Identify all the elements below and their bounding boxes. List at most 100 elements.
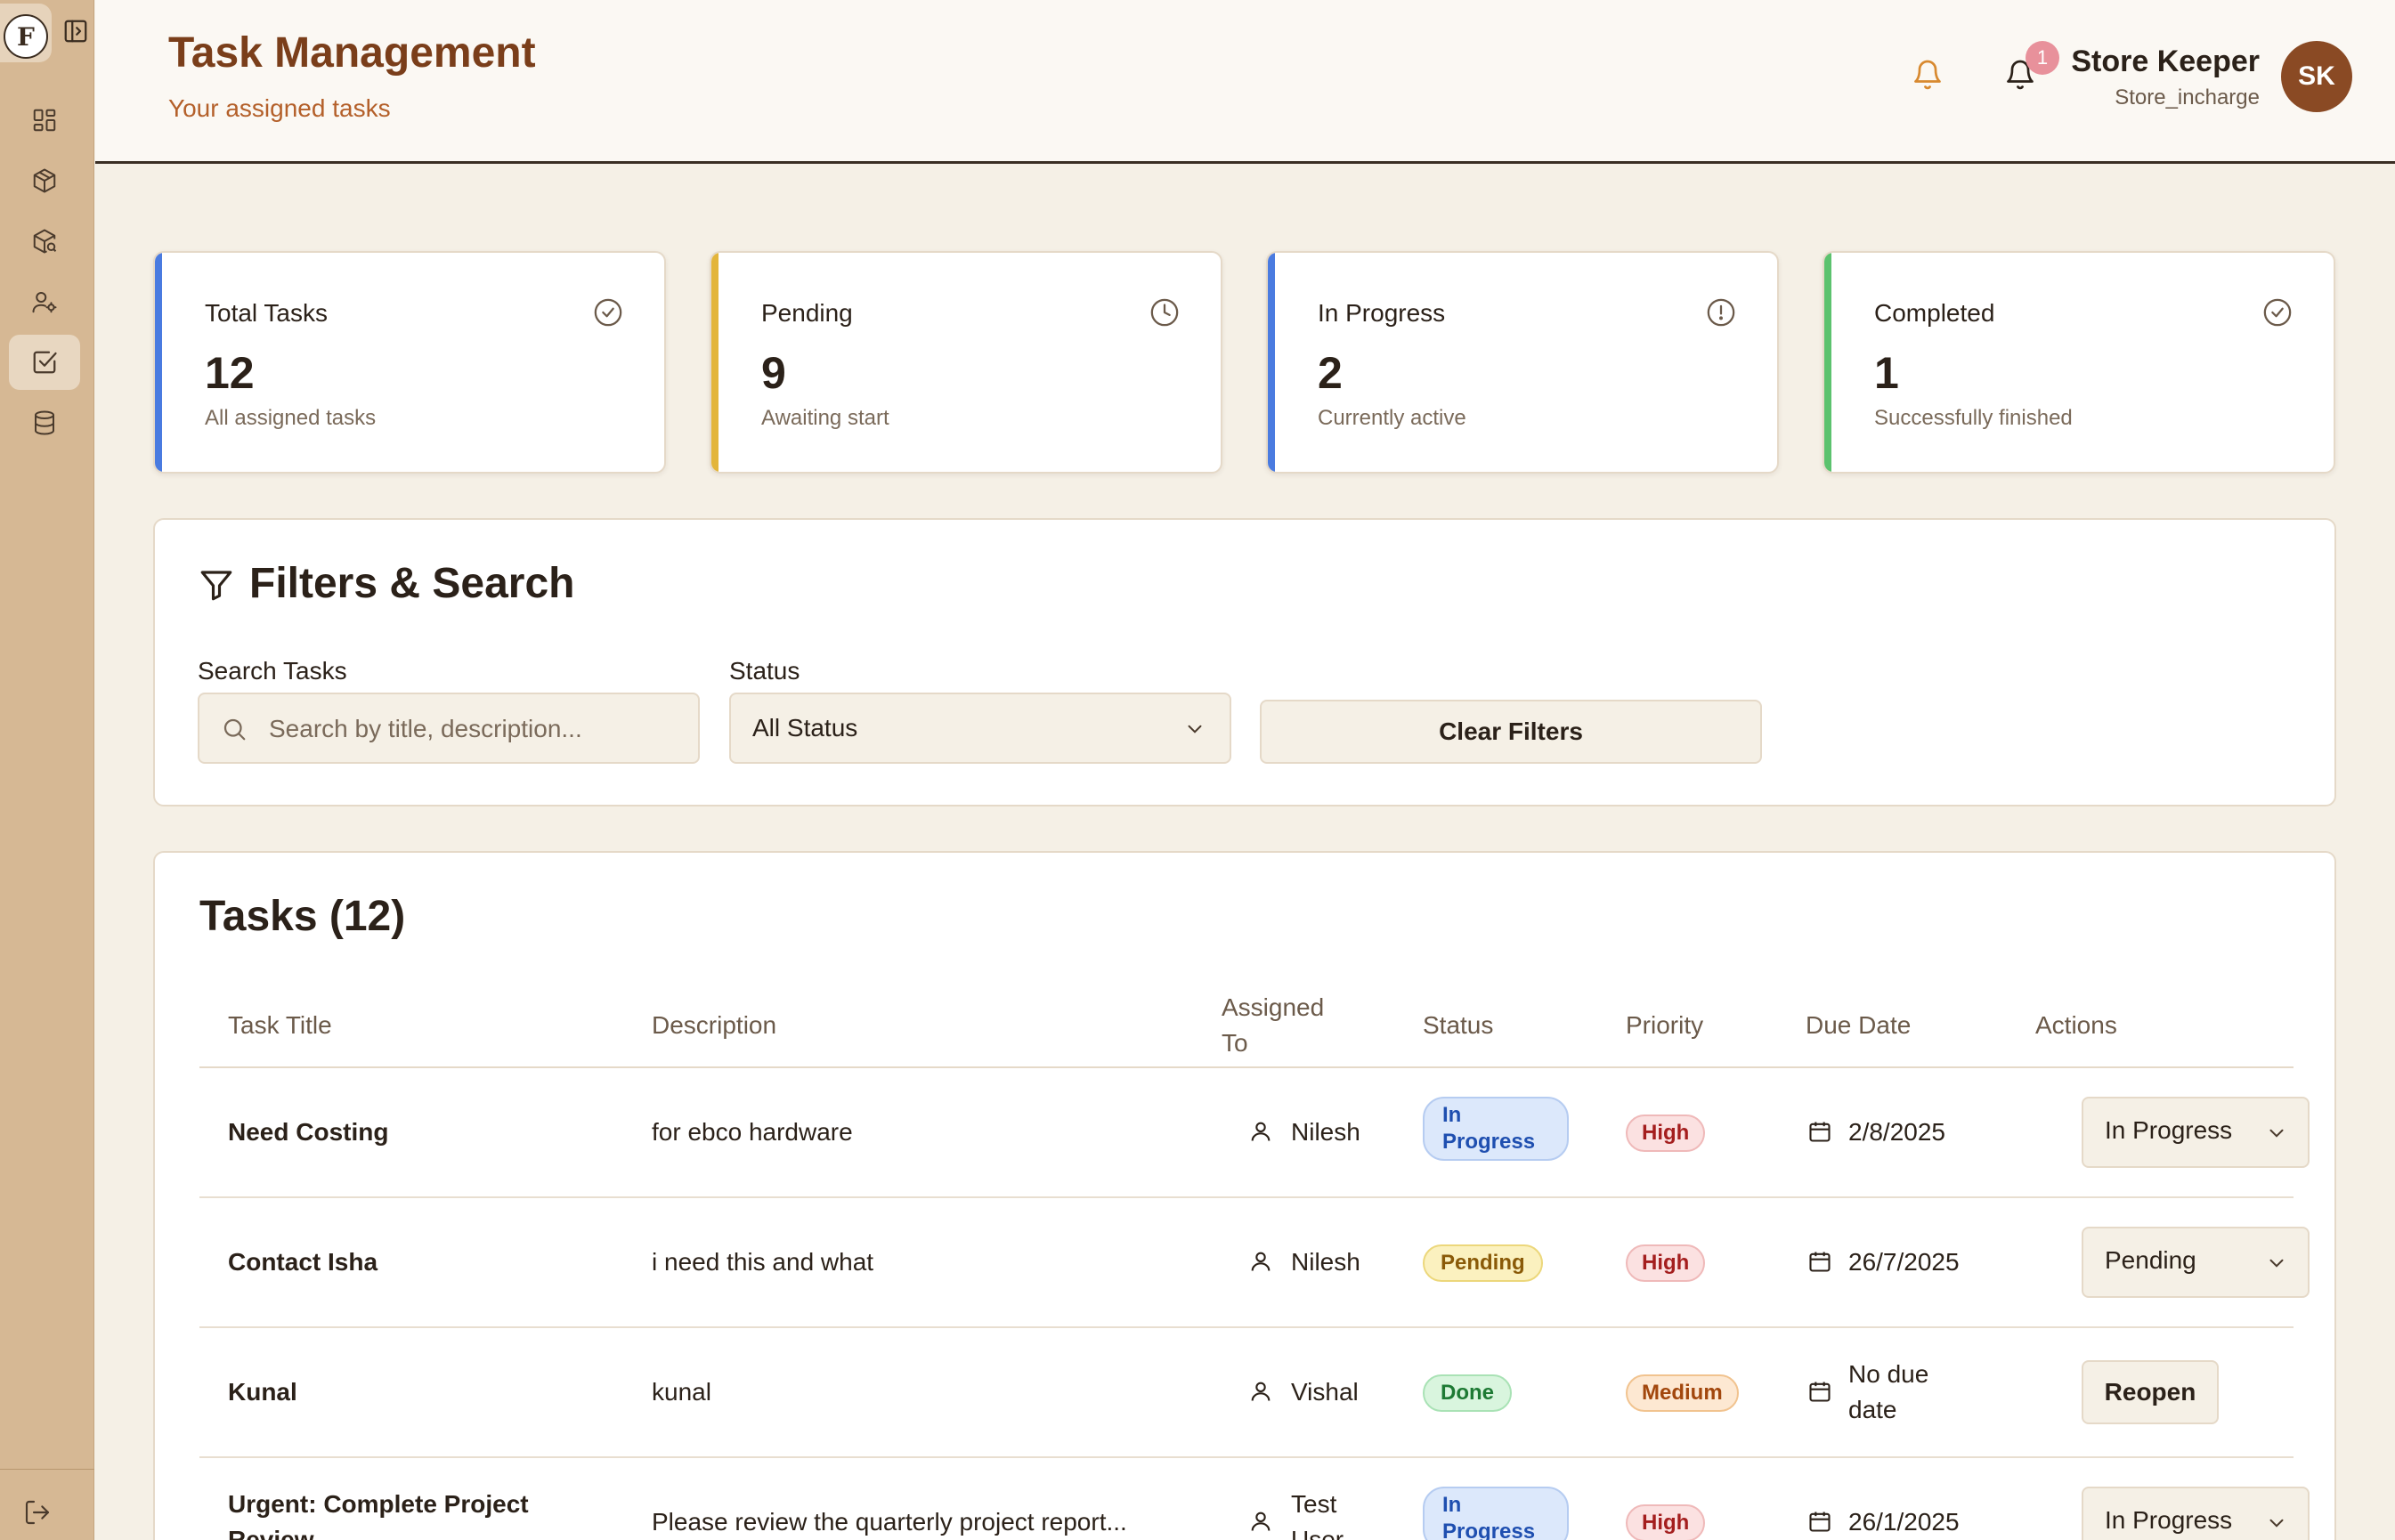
user-icon bbox=[1248, 1249, 1275, 1276]
stat-desc: Successfully finished bbox=[1874, 406, 2073, 430]
column-header: Status bbox=[1423, 1011, 1494, 1039]
chevron-down-icon bbox=[2265, 1512, 2290, 1536]
table-row: Need Costing for ebco hardware Nilesh In… bbox=[199, 1068, 2310, 1198]
user-role: Store_incharge bbox=[2115, 85, 2260, 109]
status-badge: In Progress bbox=[1423, 1487, 1569, 1540]
table-row: Contact Isha i need this and what Nilesh… bbox=[199, 1198, 2310, 1328]
search-box[interactable] bbox=[198, 693, 700, 764]
logo-container: F bbox=[0, 4, 52, 62]
stat-card-total: Total Tasks 12 All assigned tasks bbox=[153, 251, 666, 474]
page-subtitle: Your assigned tasks bbox=[168, 94, 391, 122]
task-assignee: Nilesh bbox=[1291, 1118, 1360, 1146]
stat-accent bbox=[155, 253, 162, 472]
task-status-select[interactable]: In Progress bbox=[2082, 1487, 2310, 1540]
check-circle-icon bbox=[2262, 297, 2294, 329]
clock-icon bbox=[1149, 297, 1181, 329]
logout-icon[interactable] bbox=[23, 1498, 53, 1528]
sidebar-item-database[interactable] bbox=[9, 395, 80, 450]
reopen-button[interactable]: Reopen bbox=[2082, 1360, 2219, 1424]
check-circle-icon bbox=[593, 297, 625, 329]
column-header: Assigned To bbox=[1222, 993, 1325, 1057]
sidebar: F bbox=[0, 0, 94, 1540]
task-status-select-value: Pending bbox=[2105, 1246, 2196, 1274]
task-status-select[interactable]: In Progress bbox=[2082, 1097, 2310, 1168]
column-header: Task Title bbox=[228, 1011, 332, 1039]
status-label: Status bbox=[729, 657, 800, 685]
sidebar-item-users[interactable] bbox=[9, 274, 80, 329]
status-select-value: All Status bbox=[752, 714, 858, 742]
sidebar-item-tasks[interactable] bbox=[9, 335, 80, 390]
dashboard-grid-icon bbox=[33, 109, 56, 132]
status-badge: Done bbox=[1423, 1374, 1512, 1412]
stat-card-completed: Completed 1 Successfully finished bbox=[1823, 251, 2335, 474]
stat-accent bbox=[711, 253, 718, 472]
search-label: Search Tasks bbox=[198, 657, 347, 685]
task-description: Please review the quarterly project repo… bbox=[652, 1508, 1127, 1536]
task-due-date: 2/8/2025 bbox=[1848, 1118, 1945, 1146]
sidebar-item-inventory[interactable] bbox=[9, 153, 80, 208]
task-description: kunal bbox=[652, 1378, 711, 1406]
search-input[interactable] bbox=[269, 707, 687, 751]
package-icon bbox=[33, 168, 56, 193]
tasks-panel: Tasks (12) Task Title Description Assign… bbox=[153, 851, 2336, 1540]
calendar-icon bbox=[1807, 1249, 1834, 1276]
sidebar-item-dashboard[interactable] bbox=[9, 93, 80, 148]
task-description: i need this and what bbox=[652, 1248, 874, 1276]
priority-badge: Medium bbox=[1626, 1374, 1739, 1412]
chevron-down-icon bbox=[2265, 1122, 2290, 1147]
avatar[interactable]: SK bbox=[2281, 41, 2352, 112]
status-filter-select[interactable]: All Status bbox=[729, 693, 1231, 764]
user-icon bbox=[1248, 1119, 1275, 1146]
priority-badge: High bbox=[1626, 1114, 1706, 1152]
clear-filters-button[interactable]: Clear Filters bbox=[1260, 700, 1762, 764]
task-checkbox-icon bbox=[33, 351, 57, 374]
stat-card-pending: Pending 9 Awaiting start bbox=[710, 251, 1222, 474]
task-status-select[interactable]: Pending bbox=[2082, 1227, 2310, 1298]
column-header: Description bbox=[652, 1011, 777, 1039]
filters-panel: Filters & Search Search Tasks Status All… bbox=[153, 518, 2336, 806]
task-title: Kunal bbox=[228, 1378, 297, 1406]
stat-value: 1 bbox=[1874, 348, 1899, 398]
priority-badge: High bbox=[1626, 1244, 1706, 1282]
stat-accent bbox=[1268, 253, 1275, 472]
database-icon bbox=[35, 410, 54, 435]
page-title: Task Management bbox=[168, 29, 536, 77]
task-title: Need Costing bbox=[228, 1118, 389, 1146]
column-header: Due Date bbox=[1806, 1011, 1912, 1039]
stat-label: Pending bbox=[761, 299, 853, 327]
user-settings-icon bbox=[32, 292, 57, 313]
task-assignee: Nilesh bbox=[1291, 1248, 1360, 1276]
sidebar-item-stock-search[interactable] bbox=[9, 214, 80, 269]
user-name: Store Keeper bbox=[2071, 45, 2260, 78]
table-row: Urgent: Complete Project Review Please r… bbox=[199, 1458, 2310, 1540]
stat-value: 2 bbox=[1318, 348, 1343, 398]
status-badge: Pending bbox=[1423, 1244, 1543, 1282]
tasks-title: Tasks (12) bbox=[199, 893, 406, 940]
user-icon bbox=[1248, 1379, 1275, 1406]
bell-icon[interactable] bbox=[1912, 59, 1947, 94]
stat-card-in-progress: In Progress 2 Currently active bbox=[1266, 251, 1779, 474]
task-due-date: No due date bbox=[1848, 1360, 1929, 1423]
stat-value: 9 bbox=[761, 348, 786, 398]
status-badge: In Progress bbox=[1423, 1097, 1569, 1161]
stat-accent bbox=[1824, 253, 1831, 472]
filters-title: Filters & Search bbox=[249, 560, 575, 607]
calendar-icon bbox=[1807, 1379, 1834, 1406]
package-search-icon bbox=[33, 229, 57, 254]
task-status-select-value: In Progress bbox=[2105, 1506, 2233, 1534]
notification-count-badge: 1 bbox=[2026, 41, 2059, 75]
task-status-select-value: In Progress bbox=[2105, 1116, 2233, 1144]
stat-desc: All assigned tasks bbox=[205, 406, 377, 430]
stat-value: 12 bbox=[205, 348, 255, 398]
app-logo[interactable]: F bbox=[4, 14, 48, 59]
stat-desc: Currently active bbox=[1318, 406, 1466, 430]
sidebar-toggle-icon[interactable] bbox=[62, 18, 93, 48]
table-row: Kunal kunal Vishal Done Medium No due da… bbox=[199, 1328, 2294, 1458]
calendar-icon bbox=[1807, 1119, 1834, 1146]
task-description: for ebco hardware bbox=[652, 1118, 853, 1146]
priority-badge: High bbox=[1626, 1504, 1706, 1540]
task-due-date: 26/1/2025 bbox=[1848, 1508, 1960, 1536]
calendar-icon bbox=[1807, 1509, 1834, 1536]
task-assignee: Vishal bbox=[1291, 1378, 1359, 1406]
stat-label: Completed bbox=[1874, 299, 1995, 327]
